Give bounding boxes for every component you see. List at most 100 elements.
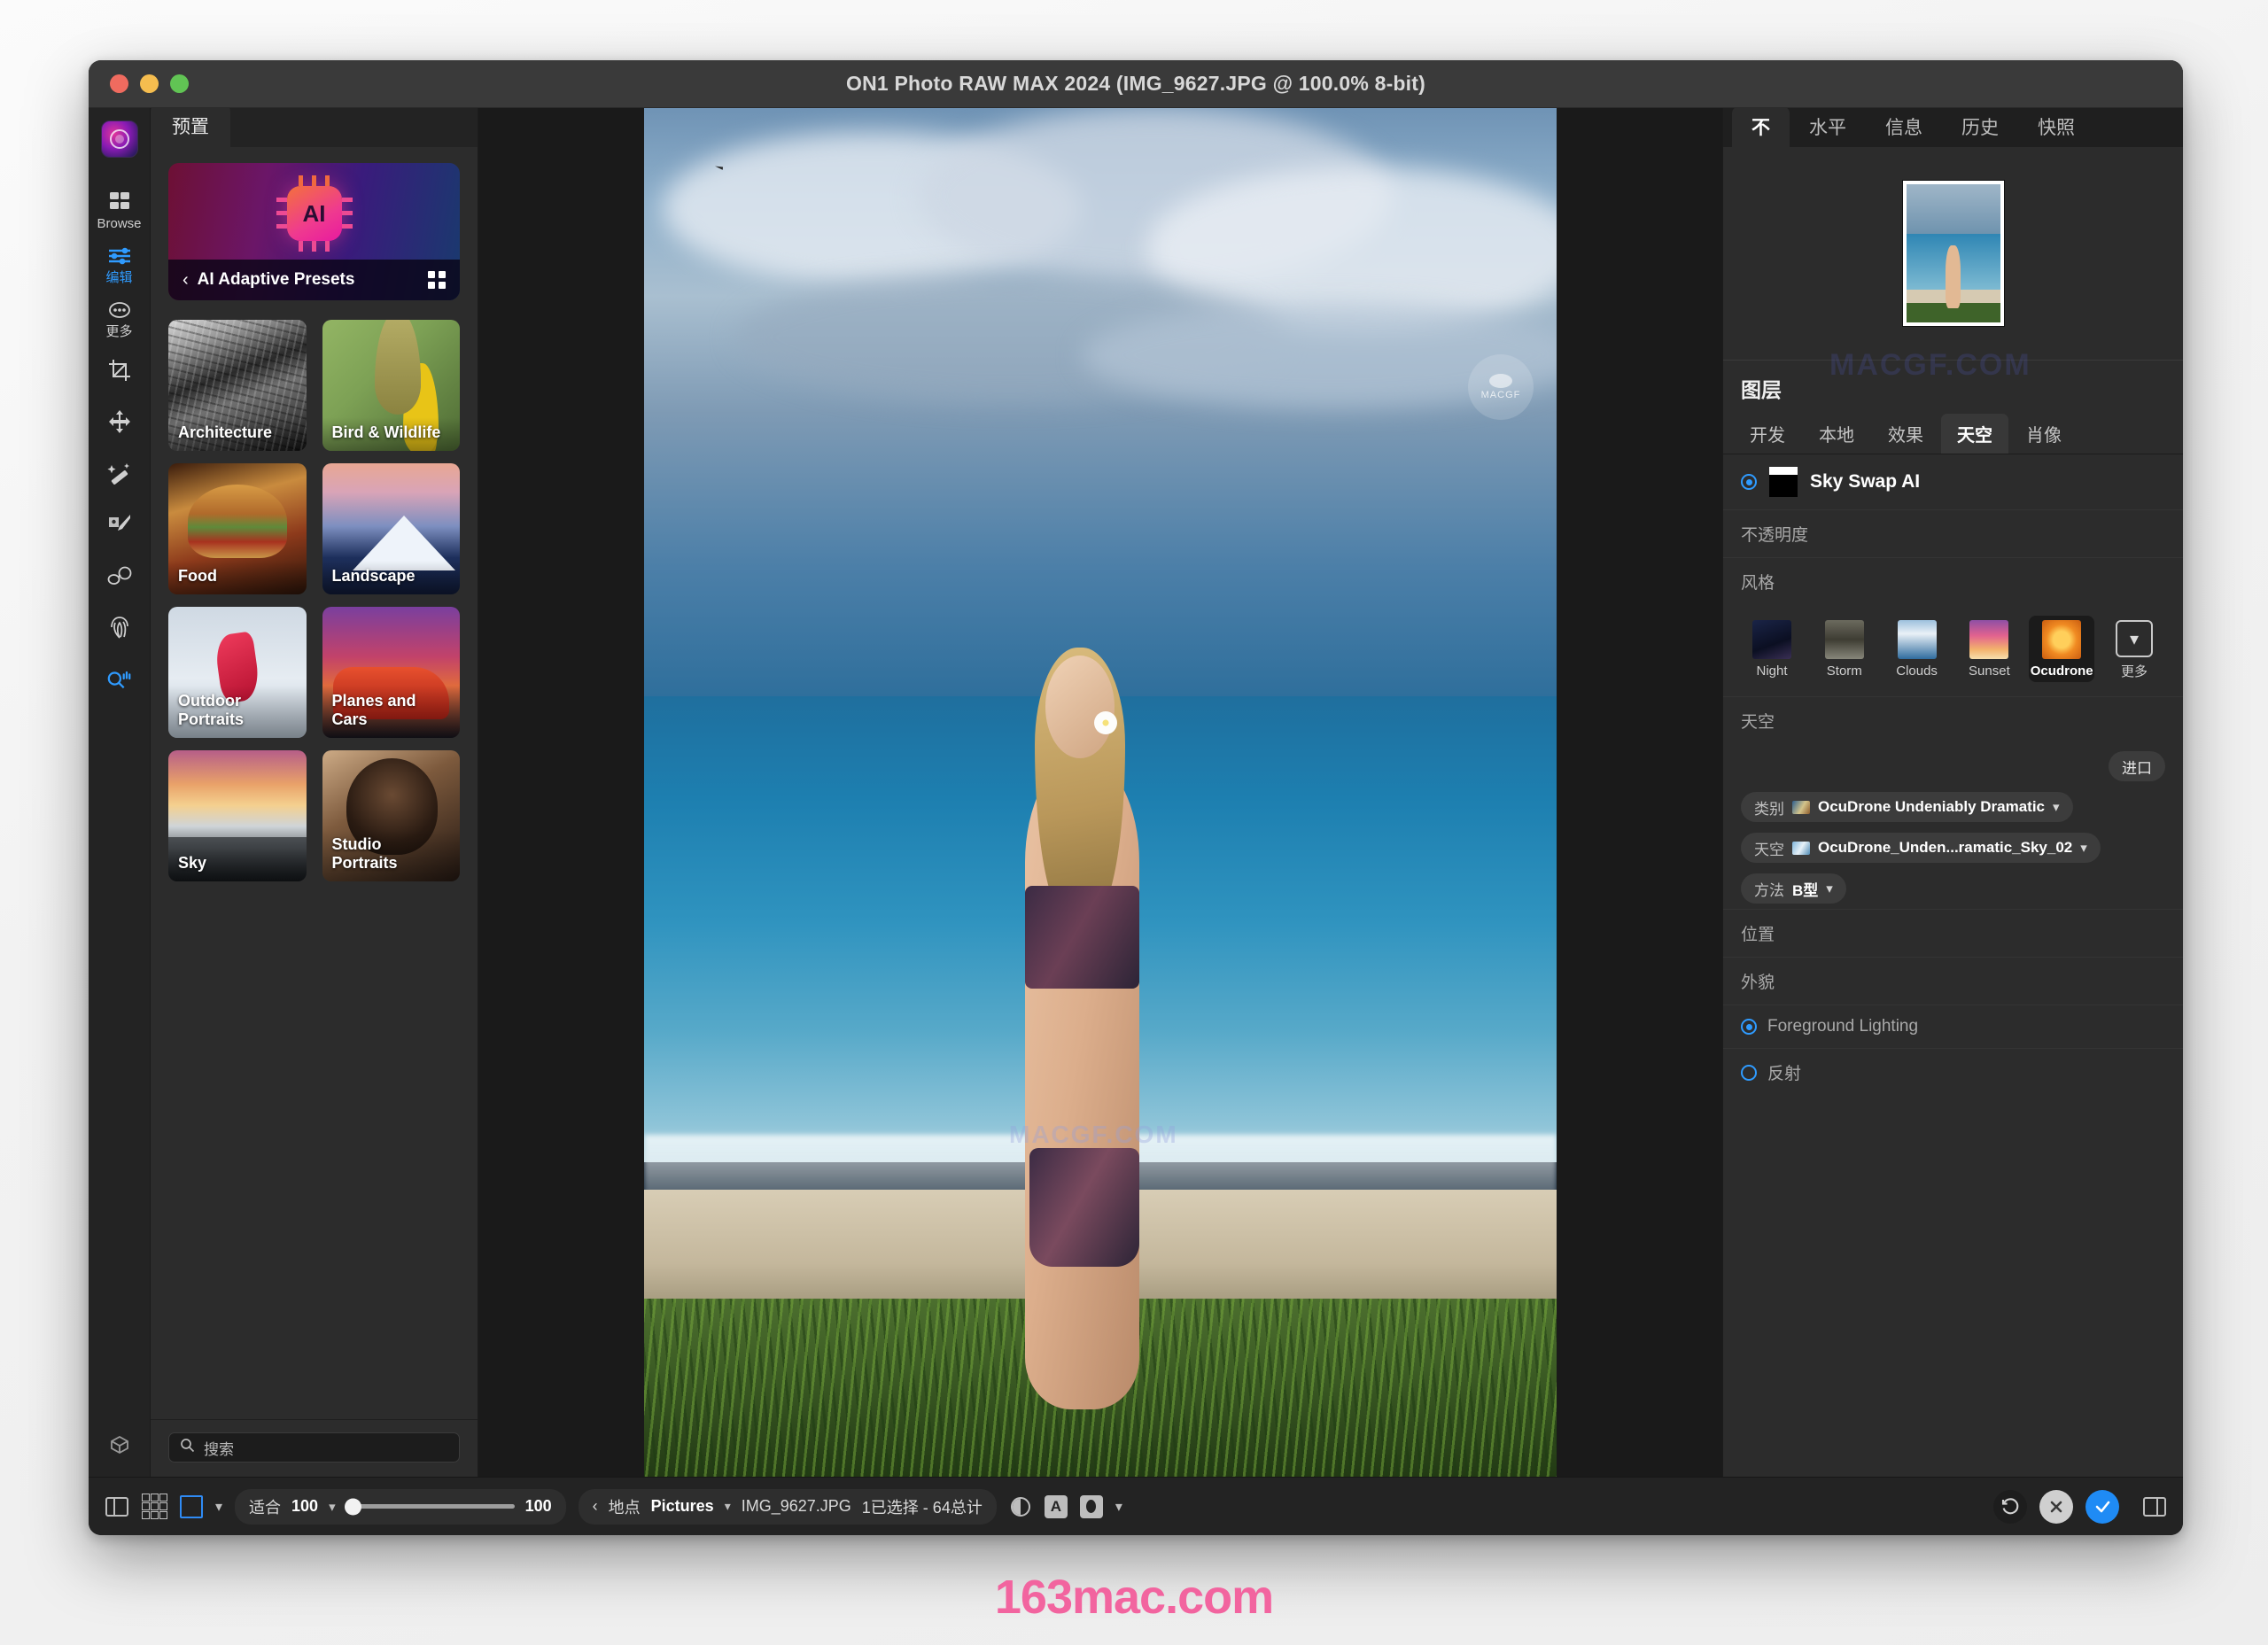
preset-tile-label: Planes and Cars [322, 686, 460, 738]
tab-sky[interactable]: 天空 [1941, 414, 2008, 454]
photo-subject [980, 648, 1184, 1449]
selection-count: 1已选择 - 64总计 [861, 1498, 983, 1517]
crop-tool[interactable] [89, 345, 151, 396]
grid-view-icon[interactable] [142, 1494, 167, 1519]
style-storm[interactable]: Storm [1812, 616, 1877, 682]
category-label: 类别 [1754, 800, 1784, 818]
preset-tile-outdoor-portraits[interactable]: Outdoor Portraits [168, 607, 307, 738]
tab-presets[interactable]: 预置 [151, 105, 230, 147]
preset-tile-food[interactable]: Food [168, 463, 307, 594]
preset-tile-sky[interactable]: Sky [168, 750, 307, 881]
eyedropper-cube-icon [106, 1432, 133, 1455]
sidebar-item-browse[interactable]: Browse [89, 182, 151, 237]
preset-tile-planes-and-cars[interactable]: Planes and Cars [322, 607, 460, 738]
image-canvas[interactable]: MACGF MACGF.COM [478, 108, 1722, 1477]
retouch-wand-tool[interactable] [89, 447, 151, 499]
soft-proof-icon[interactable]: A [1044, 1494, 1068, 1518]
right-panel-toggle-icon[interactable] [2142, 1496, 2167, 1517]
layer-mask-thumbnail[interactable] [1769, 467, 1798, 497]
cancel-button[interactable] [2039, 1489, 2073, 1524]
reflection-label: 反射 [1767, 1065, 1802, 1083]
tab-develop[interactable]: 开发 [1734, 414, 1801, 454]
zoom-pan-tool[interactable] [89, 653, 151, 704]
position-row[interactable]: 位置 [1723, 909, 2183, 957]
category-dropdown[interactable]: 类别 OcuDrone Undeniably Dramatic ▾ [1741, 792, 2073, 822]
color-picker-tool[interactable] [89, 1424, 151, 1477]
window-title: ON1 Photo RAW MAX 2024 (IMG_9627.JPG @ 1… [845, 72, 1425, 95]
tab-levels[interactable]: 水平 [1790, 106, 1866, 147]
blemish-remover-tool[interactable] [89, 550, 151, 601]
style-clouds[interactable]: Clouds [1884, 616, 1950, 682]
macgf-watermark-badge: MACGF [1468, 354, 1534, 420]
foreground-lighting-radio[interactable] [1741, 1019, 1757, 1035]
sidebar-item-label: Browse [97, 216, 142, 231]
chevron-left-icon[interactable]: ‹ [183, 270, 189, 291]
zoom-slider[interactable] [344, 1498, 515, 1515]
sky-dropdown[interactable]: 天空 OcuDrone_Unden...ramatic_Sky_02 ▾ [1741, 833, 2101, 863]
style-thumbnail [1824, 620, 1864, 659]
appearance-row[interactable]: 外貌 [1723, 957, 2183, 1005]
preset-tile-bird-wildlife[interactable]: Bird & Wildlife [322, 320, 460, 451]
reset-button[interactable] [1993, 1489, 2027, 1524]
breadcrumb: ‹ 地点 Pictures ▾ IMG_9627.JPG 1已选择 - 64总计 [578, 1488, 997, 1525]
presets-scroll-area[interactable]: AI ‹ AI Adaptive Presets Architecture Bi… [151, 147, 478, 1419]
folder-chevron-down-icon[interactable]: ▾ [725, 1499, 731, 1514]
zoom-fit-label[interactable]: 适合 [249, 1495, 281, 1518]
title-bar: ON1 Photo RAW MAX 2024 (IMG_9627.JPG @ 1… [89, 60, 2183, 108]
opacity-row[interactable]: 不透明度 [1723, 509, 2183, 557]
left-tool-rail: Browse 编辑 更多 [89, 108, 151, 1477]
import-button[interactable]: 进口 [2109, 751, 2165, 781]
apply-button[interactable] [2085, 1489, 2119, 1524]
foreground-lighting-row[interactable]: Foreground Lighting [1723, 1005, 2183, 1048]
style-section-label: 风格 [1723, 557, 2183, 605]
clone-stamp-tool[interactable] [89, 601, 151, 653]
search-input[interactable]: 搜索 [168, 1432, 460, 1463]
tab-local[interactable]: 本地 [1803, 414, 1870, 454]
minimize-button[interactable] [140, 74, 159, 93]
preset-tile-studio-portraits[interactable]: Studio Portraits [322, 750, 460, 881]
grid-view-icon[interactable] [428, 271, 446, 289]
layer-enable-radio[interactable] [1741, 474, 1757, 490]
sidebar-item-more[interactable]: 更多 [89, 291, 151, 345]
tab-none[interactable]: 不 [1732, 106, 1790, 147]
ellipsis-icon [106, 299, 133, 322]
tab-info[interactable]: 信息 [1866, 106, 1942, 147]
sky-value: OcuDrone_Unden...ramatic_Sky_02 [1818, 839, 2073, 856]
perfect-brush-tool[interactable] [89, 499, 151, 550]
close-button[interactable] [110, 74, 128, 93]
left-panel-toggle-icon[interactable] [105, 1496, 129, 1517]
mask-view-icon[interactable] [1079, 1494, 1103, 1518]
chevron-left-icon[interactable]: ‹ [593, 1497, 598, 1516]
tab-snapshot[interactable]: 快照 [2018, 106, 2094, 147]
tab-effects[interactable]: 效果 [1872, 414, 1939, 454]
zoom-chevron-down-icon[interactable]: ▾ [329, 1499, 336, 1515]
move-tool[interactable] [89, 396, 151, 447]
screen-root: ON1 Photo RAW MAX 2024 (IMG_9627.JPG @ 1… [0, 0, 2268, 1645]
style-sunset[interactable]: Sunset [1956, 616, 2022, 682]
layers-title-text: 图层 [1741, 378, 1782, 401]
ai-adaptive-presets-card[interactable]: AI ‹ AI Adaptive Presets [168, 163, 460, 300]
category-dropdown-row: 类别 OcuDrone Undeniably Dramatic ▾ [1723, 787, 2183, 827]
sidebar-item-edit[interactable]: 编辑 [89, 237, 151, 291]
single-view-icon[interactable] [180, 1494, 203, 1518]
view-chevron-down-icon[interactable]: ▾ [215, 1498, 222, 1516]
reflection-radio[interactable] [1741, 1064, 1757, 1081]
reflection-row[interactable]: 反射 [1723, 1048, 2183, 1096]
tab-portrait[interactable]: 肖像 [2010, 414, 2078, 454]
preset-tile-label: Food [168, 561, 307, 594]
image-preview-thumbnail[interactable] [1902, 181, 2004, 326]
preset-tile-landscape[interactable]: Landscape [322, 463, 460, 594]
tab-history[interactable]: 历史 [1942, 106, 2018, 147]
preview-toggle-icon[interactable] [1009, 1495, 1032, 1518]
preset-tile-architecture[interactable]: Architecture [168, 320, 307, 451]
method-dropdown[interactable]: 方法 B型 ▾ [1741, 873, 1846, 904]
style-more[interactable]: ▾ 更多 [2101, 616, 2167, 684]
style-night[interactable]: Night [1739, 616, 1805, 682]
magic-wand-icon [106, 462, 133, 485]
layer-row-sky-swap-ai[interactable]: Sky Swap AI [1723, 454, 2183, 509]
more-chevron-down-icon[interactable]: ▾ [1115, 1498, 1122, 1516]
edited-photo: MACGF MACGF.COM [644, 108, 1557, 1477]
style-ocudrone[interactable]: Ocudrone [2029, 616, 2095, 682]
zoom-button[interactable] [170, 74, 189, 93]
breadcrumb-folder[interactable]: Pictures [651, 1497, 714, 1516]
